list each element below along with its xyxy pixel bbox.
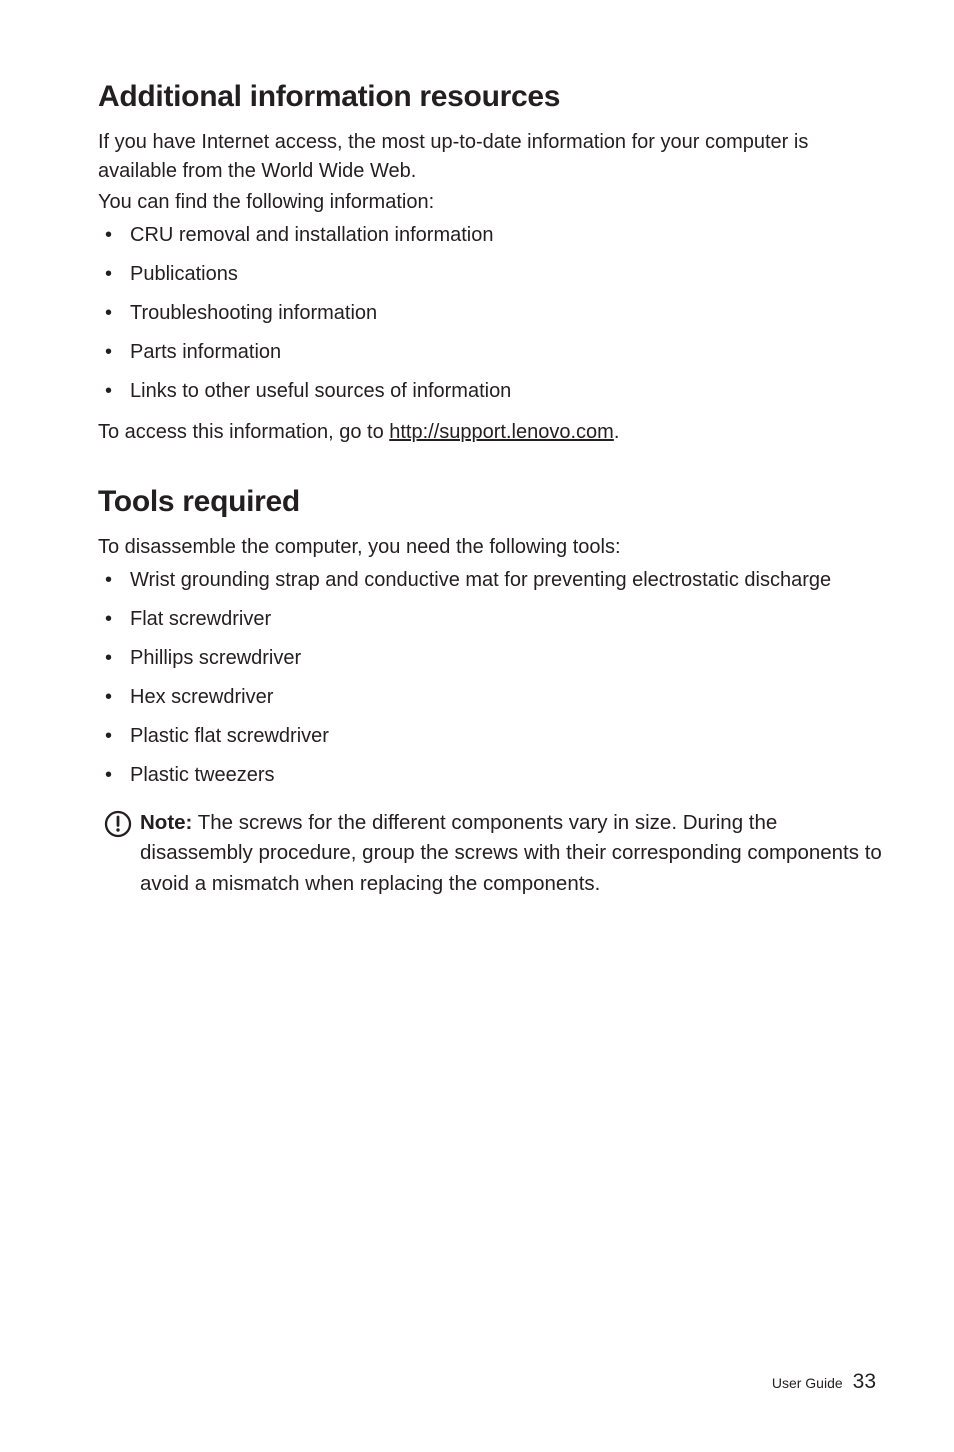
list-item: Parts information <box>98 338 882 367</box>
alert-icon <box>104 810 132 838</box>
note-text: The screws for the different components … <box>140 811 882 895</box>
heading-tools-required: Tools required <box>98 485 882 519</box>
list-item: Phillips screwdriver <box>98 644 882 673</box>
note-label: Note: <box>140 811 192 834</box>
section-additional-info: Additional information resources If you … <box>98 80 882 447</box>
list-item: Flat screwdriver <box>98 605 882 634</box>
list-item: Wrist grounding strap and conductive mat… <box>98 566 882 595</box>
heading-additional-info: Additional information resources <box>98 80 882 114</box>
page-number: 33 <box>853 1370 876 1394</box>
intro-paragraph-2: You can find the following information: <box>98 188 882 217</box>
list-item: CRU removal and installation information <box>98 221 882 250</box>
list-item: Plastic flat screwdriver <box>98 722 882 751</box>
access-line: To access this information, go to http:/… <box>98 418 882 447</box>
info-list: CRU removal and installation information… <box>98 221 882 406</box>
tools-intro: To disassemble the computer, you need th… <box>98 533 882 562</box>
support-link[interactable]: http://support.lenovo.com <box>389 421 614 443</box>
list-item: Publications <box>98 260 882 289</box>
list-item: Links to other useful sources of informa… <box>98 377 882 406</box>
section-tools-required: Tools required To disassemble the comput… <box>98 485 882 899</box>
intro-paragraph-1: If you have Internet access, the most up… <box>98 128 882 186</box>
page-footer: User Guide 33 <box>772 1370 876 1394</box>
tools-list: Wrist grounding strap and conductive mat… <box>98 566 882 790</box>
note-content: Note: The screws for the different compo… <box>140 808 882 899</box>
list-item: Plastic tweezers <box>98 761 882 790</box>
footer-label: User Guide <box>772 1375 843 1391</box>
access-suffix: . <box>614 421 620 443</box>
document-page: Additional information resources If you … <box>0 0 954 959</box>
list-item: Hex screwdriver <box>98 683 882 712</box>
note-block: Note: The screws for the different compo… <box>98 808 882 899</box>
access-prefix: To access this information, go to <box>98 421 389 443</box>
list-item: Troubleshooting information <box>98 299 882 328</box>
